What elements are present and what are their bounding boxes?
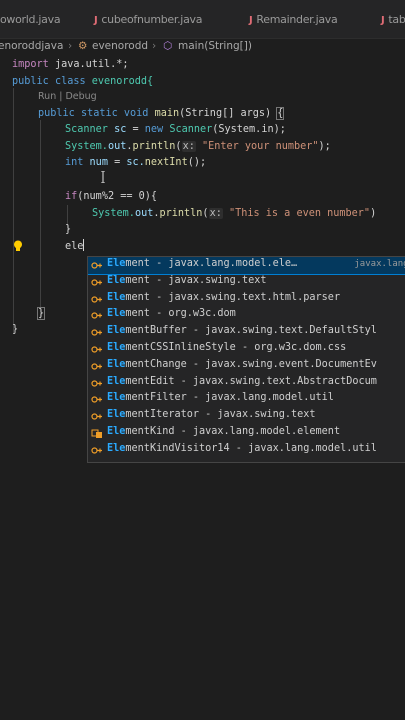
suggestion-rest: mentEdit - javax.swing.text.AbstractDocu… (125, 375, 377, 387)
suggestion-label: ElementChange - javax.swing.event.Docume… (107, 359, 377, 370)
editor-tab-bar: oworld.java Jcubeofnumber.java J Remainde… (0, 0, 405, 39)
ibeam-cursor-icon (101, 171, 105, 183)
suggestion-match: Ele (107, 426, 126, 437)
suggestion-match: Ele (107, 442, 126, 454)
suggestion-label: ElementCSSInlineStyle - org.w3c.dom.css (107, 342, 346, 353)
tab-label: oworld.java (0, 13, 61, 26)
class-symbol-icon (91, 295, 102, 303)
enum-symbol-icon (91, 429, 102, 438)
lightbulb-icon[interactable] (13, 240, 23, 252)
class-symbol-icon (91, 329, 102, 336)
class-symbol-icon (91, 413, 102, 420)
class-symbol-icon (91, 447, 102, 454)
suggestion-rest: mentKind - javax.lang.model.element (125, 426, 341, 437)
tab-overflow[interactable]: Jtab (381, 13, 405, 26)
suggestion-rest: ment - javax.swing.text.html.parser (125, 291, 341, 303)
breadcrumb: enoroddjava › ⚙ evenorodd › ⬡ main(Strin… (0, 38, 405, 54)
class-symbol-icon (91, 346, 102, 353)
suggestion-item[interactable]: ElementBuffer - javax.swing.text.Default… (88, 324, 405, 341)
breadcrumb-class[interactable]: evenorodd (92, 40, 148, 52)
tab-label: cubeofnumber.java (101, 13, 203, 26)
suggestion-label: ElementFilter - javax.lang.model.util (107, 392, 334, 403)
class-symbol-icon (91, 262, 102, 269)
suggestion-rest: mentIterator - javax.swing.text (125, 409, 316, 421)
class-symbol-icon: ⚙ (78, 40, 88, 52)
suggestion-item[interactable]: Element - javax.swing.text (88, 274, 405, 291)
tab-cubeofnumber[interactable]: Jcubeofnumber.java (94, 13, 202, 26)
suggestion-item[interactable]: ElementKind - javax.lang.model.element (88, 425, 405, 442)
suggestion-match: Ele (107, 409, 126, 421)
tab-remainder[interactable]: J Remainder.java (249, 13, 338, 26)
suggestion-rest: mentFilter - javax.lang.model.util (125, 392, 334, 404)
code-line-close-class: } (12, 324, 19, 335)
suggestion-match: Ele (107, 375, 126, 387)
tab-label: Remainder.java (256, 13, 338, 26)
code-line-close-method: } (36, 307, 46, 320)
suggestion-match: Ele (107, 258, 126, 269)
suggestion-rest: mentBuffer - javax.swing.text.DefaultSty… (125, 325, 377, 337)
code-line-import: import java.util.*; (12, 59, 129, 70)
suggestion-label: Element - javax.swing.text.html.parser (107, 292, 340, 303)
text-cursor (83, 239, 85, 251)
tab-label: tab (388, 13, 405, 26)
suggestion-item[interactable]: ElementEdit - javax.swing.text.AbstractD… (88, 375, 405, 392)
suggestion-rest: ment - javax.swing.text (125, 274, 267, 286)
java-file-icon: J (381, 15, 385, 26)
code-line-println-2: System.out.println(x: "This is a even nu… (92, 208, 377, 219)
suggestion-label: Element - javax.lang.model.ele… (107, 258, 297, 269)
chevron-right-icon: › (68, 40, 73, 52)
suggestion-label: ElementIterator - javax.swing.text (107, 409, 316, 420)
suggestion-rest: mentKindVisitor14 - javax.lang.model.uti… (125, 442, 377, 454)
class-symbol-icon (91, 279, 102, 286)
suggestion-item[interactable]: Element - org.w3c.dom (88, 307, 405, 324)
code-line-println-1: System.out.println(x: "Enter your number… (65, 141, 331, 152)
suggestion-label: ElementKindVisitor14 - javax.lang.model.… (107, 443, 377, 454)
suggestion-item[interactable]: ElementChange - javax.swing.event.Docume… (88, 358, 405, 375)
code-line-close-if: } (65, 224, 72, 235)
code-line-main: public static void main(String[] args) { (38, 107, 285, 120)
suggestion-item[interactable]: ElementIterator - javax.swing.text (88, 408, 405, 425)
class-symbol-icon (91, 312, 102, 319)
class-symbol-icon (91, 363, 102, 370)
suggestion-label: Element - javax.swing.text (107, 275, 266, 286)
suggestion-rest: mentCSSInlineStyle - org.w3c.dom.css (125, 342, 347, 353)
suggestion-match: Ele (107, 342, 126, 353)
suggestion-item[interactable]: ElementKindVisitor14 - javax.lang.model.… (88, 442, 405, 459)
suggestion-rest: mentChange - javax.swing.event.DocumentE… (125, 358, 377, 370)
breadcrumb-method[interactable]: main(String[]) (178, 40, 252, 52)
suggestion-item[interactable]: Element - javax.swing.text.html.parser (88, 291, 405, 308)
class-symbol-icon (91, 379, 102, 387)
suggestion-match: Ele (107, 358, 126, 370)
suggestion-label: ElementEdit - javax.swing.text.AbstractD… (107, 376, 377, 387)
suggestion-item[interactable]: Element - javax.lang.model.ele… javax.lan… (88, 257, 405, 275)
suggestion-match: Ele (107, 291, 126, 303)
suggestion-detail: javax.lang. (354, 259, 405, 269)
suggestion-rest: ment - javax.lang.model.ele… (125, 258, 298, 269)
tab-oworld[interactable]: oworld.java (0, 13, 61, 26)
code-line-if: if(num%2 == 0){ (65, 191, 158, 202)
suggestion-match: Ele (107, 325, 126, 337)
java-file-icon: J (94, 15, 98, 26)
code-line-typing: ele (65, 239, 85, 252)
java-file-icon: J (249, 15, 253, 26)
suggestion-match: Ele (107, 392, 126, 404)
suggestion-label: ElementBuffer - javax.swing.text.Default… (107, 325, 377, 336)
suggestion-item[interactable]: ElementFilter - javax.lang.model.util (88, 391, 405, 408)
suggestion-match: Ele (107, 308, 126, 320)
suggestion-label: ElementKind - javax.lang.model.element (107, 426, 340, 437)
suggestion-label: Element - org.w3c.dom (107, 308, 236, 319)
autocomplete-suggestion-list[interactable]: Element - javax.lang.model.ele… javax.lan… (87, 256, 405, 463)
breadcrumb-file[interactable]: enoroddjava (0, 40, 63, 52)
suggestion-match: Ele (107, 274, 126, 286)
code-line-scanner: Scanner sc = new Scanner(System.in); (65, 124, 286, 135)
code-line-class: public class evenorodd{ (12, 76, 154, 87)
chevron-right-icon: › (152, 40, 157, 52)
class-symbol-icon (91, 396, 102, 403)
method-symbol-icon: ⬡ (163, 40, 173, 52)
suggestion-rest: ment - org.w3c.dom (125, 308, 236, 320)
suggestion-item[interactable]: ElementCSSInlineStyle - org.w3c.dom.css (88, 341, 405, 358)
code-line-nextint: int num = sc.nextInt(); (65, 157, 207, 168)
